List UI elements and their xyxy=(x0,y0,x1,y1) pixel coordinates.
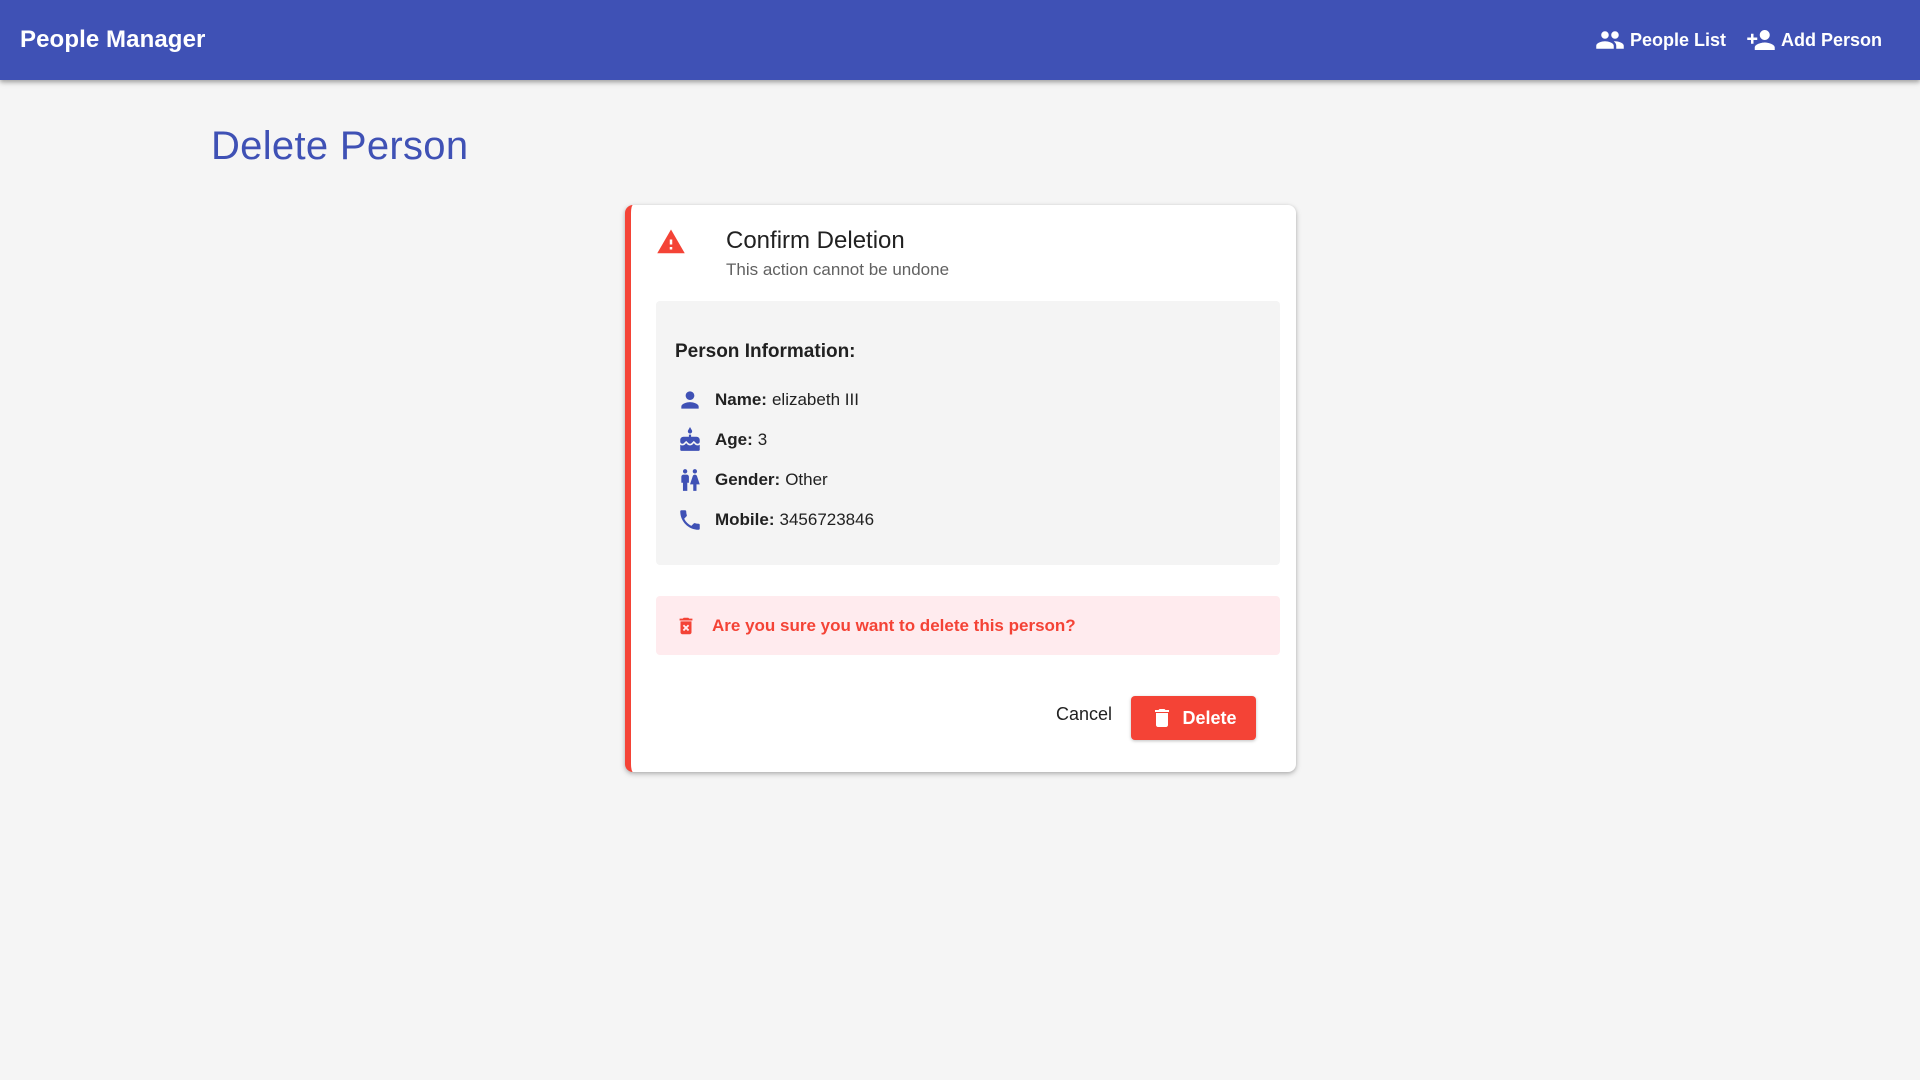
name-value: elizabeth III xyxy=(771,390,859,409)
confirm-deletion-card: Confirm Deletion This action cannot be u… xyxy=(625,205,1296,772)
mobile-label: Mobile: xyxy=(715,510,775,529)
wc-icon xyxy=(675,465,705,495)
info-row-mobile: Mobile: 3456723846 xyxy=(675,505,874,535)
age-value: 3 xyxy=(757,430,768,449)
nav-add-person-link[interactable]: Add Person xyxy=(1746,19,1882,61)
info-row-name: Name: elizabeth III xyxy=(675,385,859,415)
cake-icon xyxy=(675,425,705,455)
info-row-age: Age: 3 xyxy=(675,425,767,455)
nav-add-person-label: Add Person xyxy=(1780,29,1882,50)
delete-button-label: Delete xyxy=(1182,707,1237,728)
person-icon xyxy=(675,385,705,415)
person-info-heading: Person Information: xyxy=(675,341,856,362)
name-label: Name: xyxy=(715,390,767,409)
card-subtitle: This action cannot be undone xyxy=(726,260,950,279)
gender-label: Gender: xyxy=(715,470,781,489)
cancel-button[interactable]: Cancel xyxy=(1039,693,1129,735)
age-label: Age: xyxy=(715,430,753,449)
person-add-icon xyxy=(1746,25,1776,55)
delete-confirmation-text: Are you sure you want to delete this per… xyxy=(712,615,1076,635)
mobile-value: 3456723846 xyxy=(779,510,875,529)
nav-people-list-link[interactable]: People List xyxy=(1595,19,1726,61)
top-nav: People List Add Person xyxy=(1595,19,1882,61)
app-toolbar: People Manager People List Add Person xyxy=(0,0,1920,80)
info-row-gender: Gender: Other xyxy=(675,465,828,495)
warning-icon xyxy=(656,227,686,257)
delete-forever-icon xyxy=(675,614,697,638)
phone-icon xyxy=(675,505,705,535)
trash-icon xyxy=(1150,706,1174,730)
delete-button[interactable]: Delete xyxy=(1131,696,1256,740)
delete-confirmation-alert: Are you sure you want to delete this per… xyxy=(656,596,1280,655)
app-title[interactable]: People Manager xyxy=(20,26,205,54)
card-title: Confirm Deletion xyxy=(726,227,905,254)
nav-people-list-label: People List xyxy=(1629,29,1726,50)
person-info-box: Person Information: Name: elizabeth III … xyxy=(656,301,1280,565)
gender-value: Other xyxy=(785,470,828,489)
people-icon xyxy=(1595,25,1625,55)
page-title: Delete Person xyxy=(211,124,469,168)
